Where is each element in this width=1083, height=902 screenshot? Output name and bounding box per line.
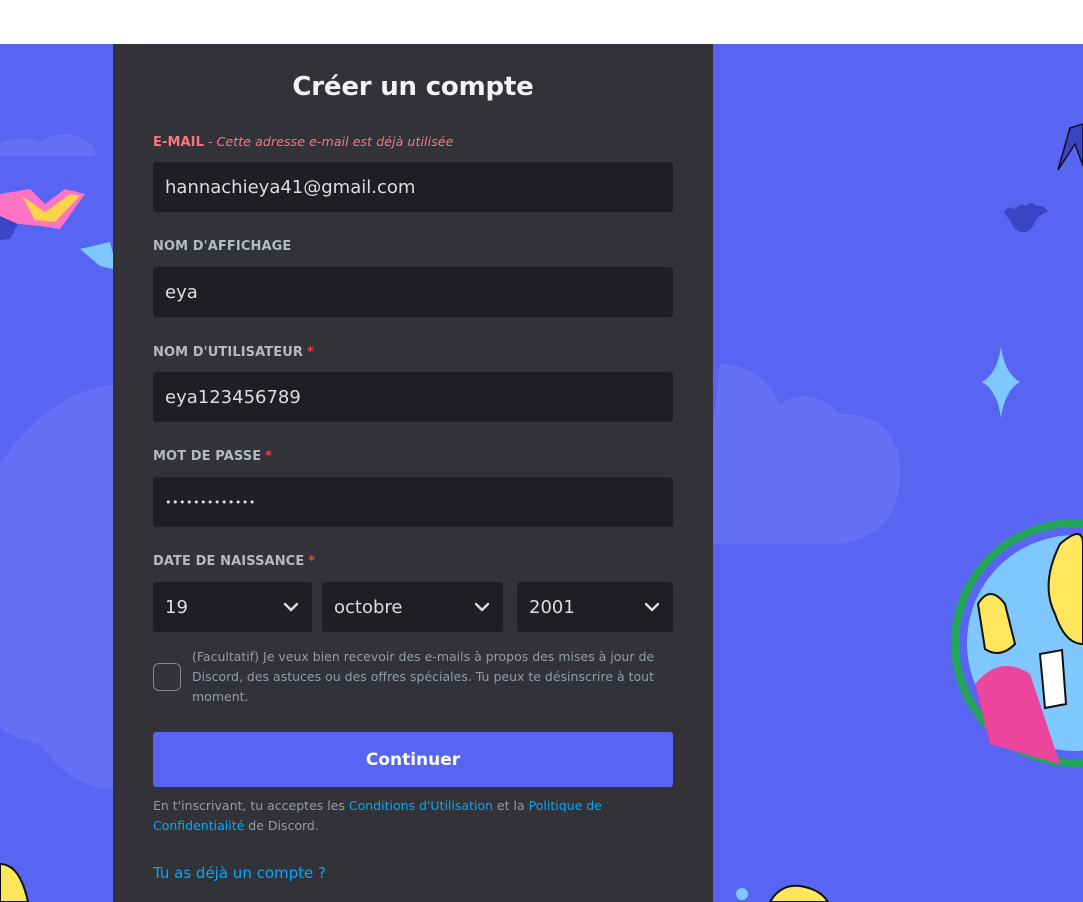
required-mark: * (308, 554, 316, 569)
terms-middle: et la (493, 798, 529, 813)
terms-notice: En t'inscrivant, tu acceptes les Conditi… (153, 796, 623, 836)
email-error-message: - Cette adresse e-mail est déjà utilisée (208, 134, 454, 149)
email-field[interactable]: hannachieya41@gmail.com (153, 162, 673, 212)
chevron-down-icon (282, 598, 300, 616)
email-label: E-MAIL - Cette adresse e-mail est déjà ut… (153, 134, 453, 150)
required-mark: * (265, 449, 273, 464)
page-title: Créer un compte (292, 72, 534, 102)
password-field[interactable]: ••••••••••••• (153, 477, 673, 527)
display-name-field[interactable]: eya (153, 267, 673, 317)
continue-button-label: Continuer (365, 749, 461, 770)
year-select[interactable]: 2001 (517, 582, 673, 632)
marketing-optin-text: (Facultatif) Je veux bien recevoir des e… (192, 649, 655, 704)
year-value: 2001 (529, 596, 575, 618)
display-name-label-text: NOM D'AFFICHAGE (153, 239, 292, 254)
chevron-down-icon (643, 598, 661, 616)
chevron-down-icon (473, 598, 491, 616)
username-label-text: NOM D'UTILISATEUR (153, 345, 303, 360)
day-select[interactable]: 19 (153, 582, 312, 632)
register-card: Créer un compte E-MAIL - Cette adresse e-… (113, 44, 713, 902)
marketing-optin-checkbox[interactable] (153, 663, 181, 691)
month-value: octobre (334, 596, 403, 618)
day-value: 19 (165, 596, 188, 618)
password-label-text: MOT DE PASSE (153, 449, 262, 464)
tos-link[interactable]: Conditions d'Utilisation (349, 798, 493, 813)
birthdate-label: DATE DE NAISSANCE * (153, 554, 315, 569)
email-label-text: E-MAIL (153, 135, 204, 150)
continue-button[interactable]: Continuer (153, 732, 673, 787)
terms-suffix: de Discord. (244, 818, 319, 833)
birthdate-label-text: DATE DE NAISSANCE (153, 554, 305, 569)
display-name-label: NOM D'AFFICHAGE (153, 239, 291, 254)
login-link[interactable]: Tu as déjà un compte ? (153, 864, 326, 882)
username-field[interactable]: eya123456789 (153, 372, 673, 422)
month-select[interactable]: octobre (322, 582, 503, 632)
display-name-value: eya (165, 281, 198, 303)
password-value: ••••••••••••• (165, 495, 256, 509)
password-label: MOT DE PASSE * (153, 449, 272, 464)
username-label: NOM D'UTILISATEUR * (153, 345, 314, 360)
terms-prefix: En t'inscrivant, tu acceptes les (153, 798, 349, 813)
username-value: eya123456789 (165, 386, 301, 408)
email-value: hannachieya41@gmail.com (165, 176, 416, 198)
required-mark: * (306, 345, 314, 360)
